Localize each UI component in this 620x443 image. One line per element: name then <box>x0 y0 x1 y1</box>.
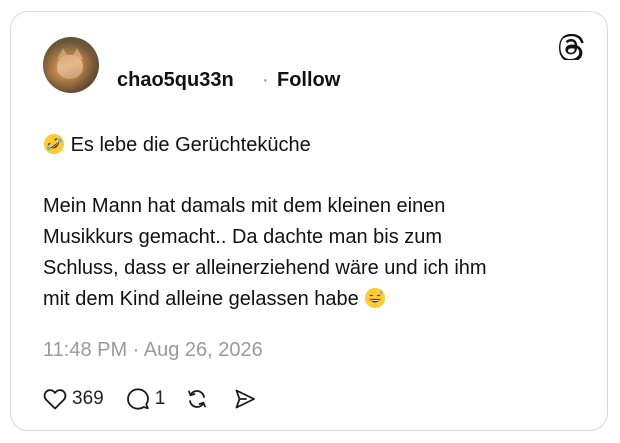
post-timestamp[interactable]: 11:48 PM · Aug 26, 2026 <box>43 339 263 362</box>
repost-icon <box>188 390 207 408</box>
post-actions: 369 1 <box>43 384 257 414</box>
post-line-4: Schluss, dass er alleinerziehend wäre un… <box>43 257 487 279</box>
avatar[interactable] <box>43 37 99 93</box>
post-line-1: Es lebe die Gerüchteküche <box>43 130 563 161</box>
post-line-2: Mein Mann hat damals mit dem kleinen ein… <box>43 195 446 217</box>
post-line-1-text: Es lebe die Gerüchteküche <box>70 134 311 156</box>
threads-logo[interactable] <box>559 34 585 60</box>
username[interactable]: chao5qu33n <box>117 69 234 92</box>
reply-icon <box>126 388 149 410</box>
separator-dot: · <box>262 69 269 91</box>
reply-button[interactable]: 1 <box>126 387 166 411</box>
post-line-5-text: mit dem Kind alleine gelassen habe <box>43 288 359 310</box>
post-line-5: mit dem Kind alleine gelassen habe <box>43 284 563 315</box>
post-body: Es lebe die Gerüchteküche Mein Mann hat … <box>43 130 563 315</box>
avatar-shade <box>43 37 99 93</box>
follow-button[interactable]: Follow <box>277 69 340 92</box>
like-count: 369 <box>72 388 104 409</box>
threads-post-card: chao5qu33n · Follow Es lebe die Gerüchte… <box>10 11 608 431</box>
like-button[interactable]: 369 <box>43 388 104 410</box>
share-icon <box>235 389 256 409</box>
heart-icon <box>43 389 67 410</box>
grinning-face-with-sweat-emoji <box>365 287 386 309</box>
rolling-on-floor-laughing-emoji <box>43 133 65 155</box>
share-button[interactable] <box>233 387 257 411</box>
post-line-3: Musikkurs gemacht.. Da dachte man bis zu… <box>43 226 443 248</box>
reply-count: 1 <box>154 388 166 409</box>
repost-button[interactable] <box>185 387 209 411</box>
